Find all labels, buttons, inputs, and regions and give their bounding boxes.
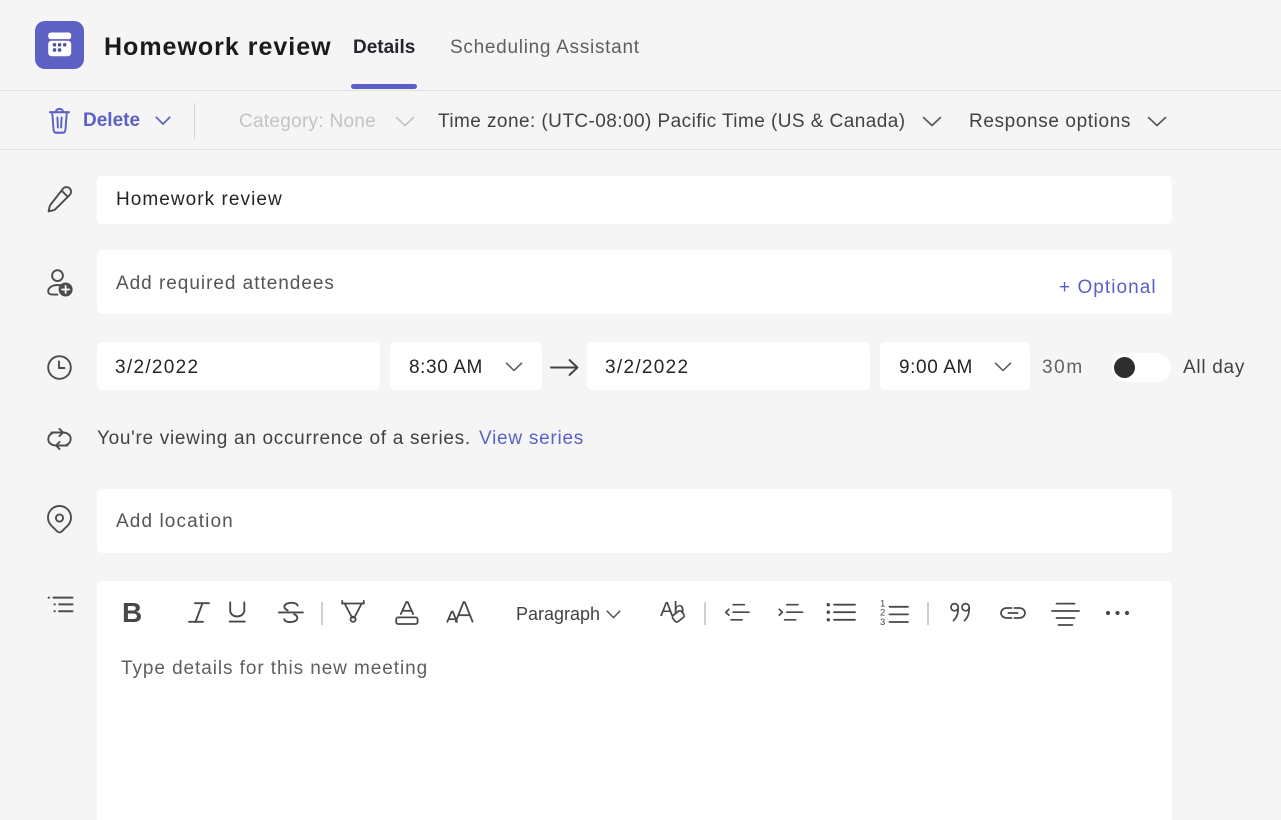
svg-text:3: 3 [880,617,885,628]
